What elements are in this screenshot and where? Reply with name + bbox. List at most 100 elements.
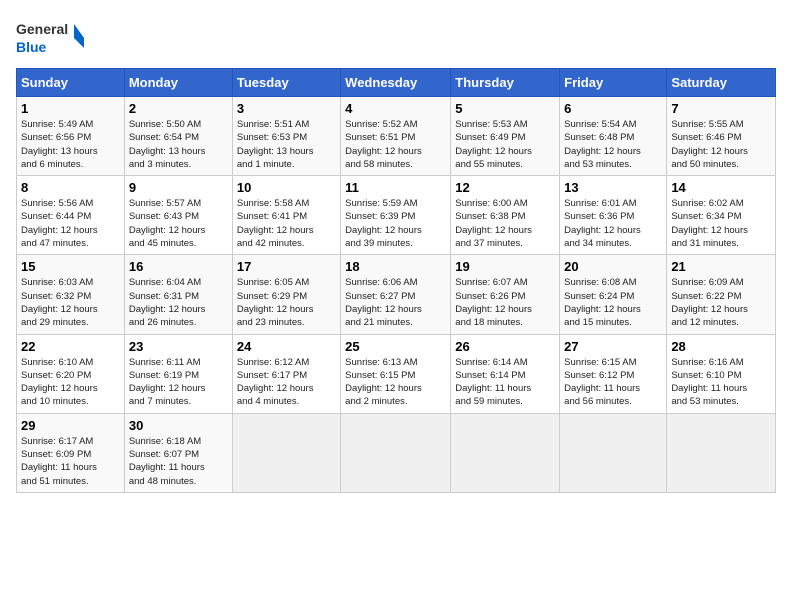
day-number: 6	[564, 101, 662, 116]
day-number: 19	[455, 259, 555, 274]
day-cell: 16 Sunrise: 6:04 AM Sunset: 6:31 PM Dayli…	[124, 255, 232, 334]
day-info: Sunrise: 5:54 AM Sunset: 6:48 PM Dayligh…	[564, 118, 662, 171]
day-info: Sunrise: 6:01 AM Sunset: 6:36 PM Dayligh…	[564, 197, 662, 250]
day-number: 27	[564, 339, 662, 354]
day-info: Sunrise: 5:57 AM Sunset: 6:43 PM Dayligh…	[129, 197, 228, 250]
day-cell: 10Sunrise: 5:58 AM Sunset: 6:41 PM Dayli…	[232, 176, 340, 255]
day-info: Sunrise: 6:08 AM Sunset: 6:24 PM Dayligh…	[564, 276, 662, 329]
day-info: Sunrise: 6:16 AM Sunset: 6:10 PM Dayligh…	[671, 356, 771, 409]
day-cell: 12 Sunrise: 6:00 AM Sunset: 6:38 PM Dayli…	[451, 176, 560, 255]
day-info: Sunrise: 6:03 AM Sunset: 6:32 PM Dayligh…	[21, 276, 120, 329]
day-cell: 7 Sunrise: 5:55 AM Sunset: 6:46 PM Daylig…	[667, 97, 776, 176]
day-number: 7	[671, 101, 771, 116]
day-info: Sunrise: 6:17 AM Sunset: 6:09 PM Dayligh…	[21, 435, 120, 488]
col-header-sunday: Sunday	[17, 69, 125, 97]
day-cell: 3Sunrise: 5:51 AM Sunset: 6:53 PM Daylig…	[232, 97, 340, 176]
day-number: 23	[129, 339, 228, 354]
day-number: 17	[237, 259, 336, 274]
day-info: Sunrise: 6:18 AM Sunset: 6:07 PM Dayligh…	[129, 435, 228, 488]
day-cell: 5 Sunrise: 5:53 AM Sunset: 6:49 PM Daylig…	[451, 97, 560, 176]
day-cell: 29Sunrise: 6:17 AM Sunset: 6:09 PM Dayli…	[17, 413, 125, 492]
day-cell: 21Sunrise: 6:09 AM Sunset: 6:22 PM Dayli…	[667, 255, 776, 334]
day-cell: 8 Sunrise: 5:56 AM Sunset: 6:44 PM Daylig…	[17, 176, 125, 255]
day-cell: 17 Sunrise: 6:05 AM Sunset: 6:29 PM Dayli…	[232, 255, 340, 334]
col-header-thursday: Thursday	[451, 69, 560, 97]
day-number: 25	[345, 339, 446, 354]
day-cell: 18 Sunrise: 6:06 AM Sunset: 6:27 PM Dayli…	[341, 255, 451, 334]
day-number: 8	[21, 180, 120, 195]
day-info: Sunrise: 6:05 AM Sunset: 6:29 PM Dayligh…	[237, 276, 336, 329]
day-cell: 14Sunrise: 6:02 AM Sunset: 6:34 PM Dayli…	[667, 176, 776, 255]
day-cell: 2Sunrise: 5:50 AM Sunset: 6:54 PM Daylig…	[124, 97, 232, 176]
day-number: 14	[671, 180, 771, 195]
day-cell: 4 Sunrise: 5:52 AM Sunset: 6:51 PM Daylig…	[341, 97, 451, 176]
day-info: Sunrise: 6:06 AM Sunset: 6:27 PM Dayligh…	[345, 276, 446, 329]
day-number: 20	[564, 259, 662, 274]
day-info: Sunrise: 5:53 AM Sunset: 6:49 PM Dayligh…	[455, 118, 555, 171]
day-info: Sunrise: 5:50 AM Sunset: 6:54 PM Dayligh…	[129, 118, 228, 171]
header: GeneralBlue	[16, 16, 776, 58]
day-number: 13	[564, 180, 662, 195]
day-cell: 30 Sunrise: 6:18 AM Sunset: 6:07 PM Dayli…	[124, 413, 232, 492]
day-info: Sunrise: 6:12 AM Sunset: 6:17 PM Dayligh…	[237, 356, 336, 409]
day-number: 9	[129, 180, 228, 195]
day-info: Sunrise: 6:15 AM Sunset: 6:12 PM Dayligh…	[564, 356, 662, 409]
svg-text:General: General	[16, 21, 68, 37]
col-header-wednesday: Wednesday	[341, 69, 451, 97]
col-header-saturday: Saturday	[667, 69, 776, 97]
day-number: 10	[237, 180, 336, 195]
day-number: 30	[129, 418, 228, 433]
day-cell: 15 Sunrise: 6:03 AM Sunset: 6:32 PM Dayli…	[17, 255, 125, 334]
day-info: Sunrise: 6:13 AM Sunset: 6:15 PM Dayligh…	[345, 356, 446, 409]
day-info: Sunrise: 5:52 AM Sunset: 6:51 PM Dayligh…	[345, 118, 446, 171]
day-number: 12	[455, 180, 555, 195]
day-cell: 28 Sunrise: 6:16 AM Sunset: 6:10 PM Dayli…	[667, 334, 776, 413]
day-cell: 27 Sunrise: 6:15 AM Sunset: 6:12 PM Dayli…	[560, 334, 667, 413]
day-cell: 25 Sunrise: 6:13 AM Sunset: 6:15 PM Dayli…	[341, 334, 451, 413]
day-number: 26	[455, 339, 555, 354]
week-row-3: 15 Sunrise: 6:03 AM Sunset: 6:32 PM Dayli…	[17, 255, 776, 334]
day-number: 28	[671, 339, 771, 354]
day-cell: 11 Sunrise: 5:59 AM Sunset: 6:39 PM Dayli…	[341, 176, 451, 255]
day-info: Sunrise: 6:07 AM Sunset: 6:26 PM Dayligh…	[455, 276, 555, 329]
day-cell: 26Sunrise: 6:14 AM Sunset: 6:14 PM Dayli…	[451, 334, 560, 413]
day-number: 11	[345, 180, 446, 195]
day-cell: 13 Sunrise: 6:01 AM Sunset: 6:36 PM Dayli…	[560, 176, 667, 255]
day-info: Sunrise: 6:11 AM Sunset: 6:19 PM Dayligh…	[129, 356, 228, 409]
day-number: 3	[237, 101, 336, 116]
week-row-4: 22 Sunrise: 6:10 AM Sunset: 6:20 PM Dayli…	[17, 334, 776, 413]
main-container: GeneralBlue SundayMondayTuesdayWednesday…	[0, 0, 792, 501]
day-cell	[667, 413, 776, 492]
day-cell	[560, 413, 667, 492]
week-row-1: 1Sunrise: 5:49 AM Sunset: 6:56 PM Daylig…	[17, 97, 776, 176]
week-row-2: 8 Sunrise: 5:56 AM Sunset: 6:44 PM Daylig…	[17, 176, 776, 255]
day-cell: 24 Sunrise: 6:12 AM Sunset: 6:17 PM Dayli…	[232, 334, 340, 413]
day-number: 4	[345, 101, 446, 116]
day-cell: 6 Sunrise: 5:54 AM Sunset: 6:48 PM Daylig…	[560, 97, 667, 176]
day-cell: 9 Sunrise: 5:57 AM Sunset: 6:43 PM Daylig…	[124, 176, 232, 255]
day-cell: 1Sunrise: 5:49 AM Sunset: 6:56 PM Daylig…	[17, 97, 125, 176]
day-cell: 20 Sunrise: 6:08 AM Sunset: 6:24 PM Dayli…	[560, 255, 667, 334]
day-number: 18	[345, 259, 446, 274]
day-number: 21	[671, 259, 771, 274]
day-info: Sunrise: 6:00 AM Sunset: 6:38 PM Dayligh…	[455, 197, 555, 250]
day-cell	[341, 413, 451, 492]
day-number: 22	[21, 339, 120, 354]
day-number: 24	[237, 339, 336, 354]
col-header-tuesday: Tuesday	[232, 69, 340, 97]
day-number: 16	[129, 259, 228, 274]
calendar-table: SundayMondayTuesdayWednesdayThursdayFrid…	[16, 68, 776, 493]
day-cell	[451, 413, 560, 492]
day-info: Sunrise: 6:10 AM Sunset: 6:20 PM Dayligh…	[21, 356, 120, 409]
day-number: 15	[21, 259, 120, 274]
day-info: Sunrise: 5:59 AM Sunset: 6:39 PM Dayligh…	[345, 197, 446, 250]
day-cell: 19 Sunrise: 6:07 AM Sunset: 6:26 PM Dayli…	[451, 255, 560, 334]
col-header-monday: Monday	[124, 69, 232, 97]
week-row-5: 29Sunrise: 6:17 AM Sunset: 6:09 PM Dayli…	[17, 413, 776, 492]
day-info: Sunrise: 6:04 AM Sunset: 6:31 PM Dayligh…	[129, 276, 228, 329]
day-info: Sunrise: 5:55 AM Sunset: 6:46 PM Dayligh…	[671, 118, 771, 171]
day-info: Sunrise: 5:56 AM Sunset: 6:44 PM Dayligh…	[21, 197, 120, 250]
day-info: Sunrise: 5:49 AM Sunset: 6:56 PM Dayligh…	[21, 118, 120, 171]
day-cell: 22 Sunrise: 6:10 AM Sunset: 6:20 PM Dayli…	[17, 334, 125, 413]
day-number: 5	[455, 101, 555, 116]
